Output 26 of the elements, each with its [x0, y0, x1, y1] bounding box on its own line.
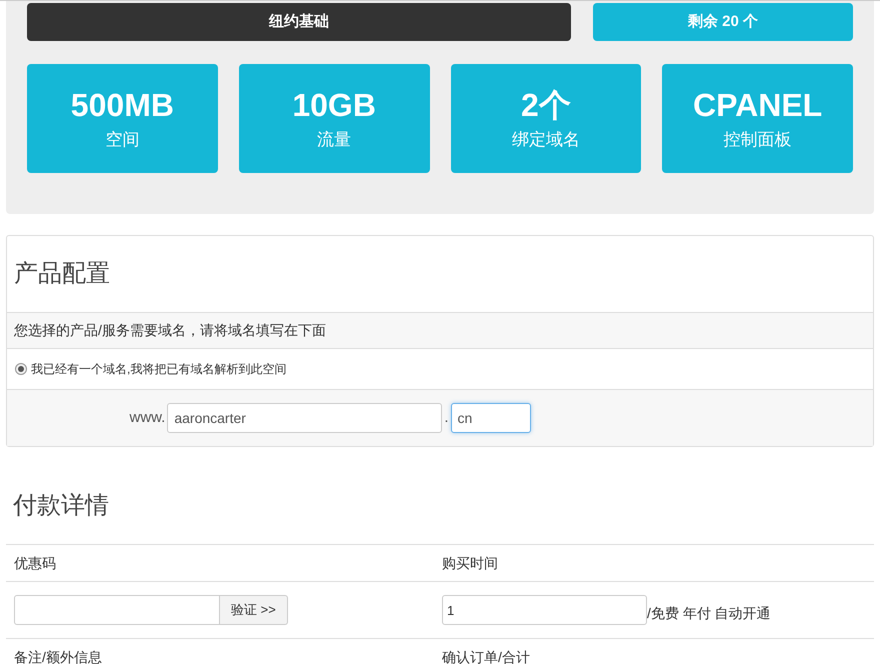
tld-input[interactable]: cn: [450, 403, 530, 433]
feature-label: 控制面板: [724, 128, 792, 151]
period-suffix: /免费 年付 自动开通: [647, 604, 771, 622]
domain-notice: 您选择的产品/服务需要域名，请将域名填写在下面: [7, 313, 873, 349]
radio-button[interactable]: [15, 363, 27, 375]
plan-name: 纽约基础: [27, 3, 571, 41]
www-prefix: www.: [129, 408, 166, 428]
feature-value: CPANEL: [693, 86, 822, 125]
period-input[interactable]: 1: [442, 595, 647, 625]
stock-badge: 剩余 20 个: [593, 3, 853, 41]
field-label: 备注/额外信息: [13, 648, 103, 664]
field-label: 确认订单/合计: [441, 648, 531, 664]
feature-value: 500MB: [70, 86, 174, 125]
feature-label: 绑定域名: [512, 128, 580, 151]
domain-input[interactable]: aaroncarter: [167, 403, 442, 433]
field-label: 优惠码: [6, 545, 440, 582]
feature-value: 10GB: [292, 86, 376, 125]
feature-label: 空间: [105, 128, 140, 151]
feature-value: 2个: [520, 86, 571, 125]
coupon-input[interactable]: [14, 595, 220, 625]
dot-separator: .: [444, 408, 448, 428]
verify-button[interactable]: 验证 >>: [220, 595, 288, 625]
feature-label: 流量: [317, 128, 352, 151]
radio-label[interactable]: 我已经有一个域名,我将把已有域名解析到此空间: [31, 360, 286, 378]
field-label: 购买时间: [440, 545, 874, 582]
section-title: 付款详情: [12, 490, 110, 520]
